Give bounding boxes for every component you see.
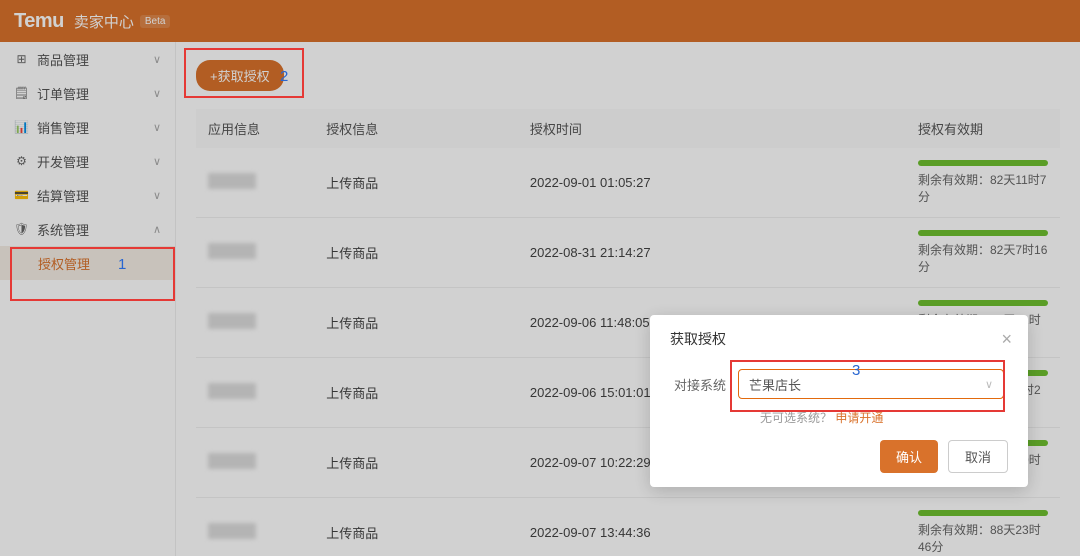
- field-label: 对接系统: [674, 375, 726, 394]
- sidebar-item-label: 销售管理: [37, 118, 153, 137]
- apply-hint: 无可选系统？ 申请开通: [650, 405, 1028, 434]
- get-auth-button[interactable]: +获取授权: [196, 60, 284, 91]
- shield-icon: 🛡: [14, 222, 29, 236]
- order-icon: 🗒: [14, 86, 29, 100]
- cell-time: 2022-09-01 01:05:27: [518, 148, 906, 218]
- select-value: 芒果店长: [749, 375, 801, 394]
- chevron-down-icon: ∨: [153, 155, 161, 168]
- blurred-app-name: [208, 173, 256, 189]
- modal-body: 对接系统 芒果店长 ∨: [650, 359, 1028, 405]
- blurred-app-name: [208, 523, 256, 539]
- validity-progress: [918, 300, 1048, 306]
- validity-progress: [918, 230, 1048, 236]
- col-valid: 授权有效期: [906, 109, 1060, 148]
- cell-auth: 上传商品: [314, 288, 518, 358]
- modal-header: 获取授权 ×: [650, 315, 1028, 359]
- chevron-up-icon: ∧: [153, 223, 161, 236]
- brand-logo: Temu: [14, 10, 64, 33]
- chevron-down-icon: ∨: [153, 53, 161, 66]
- sidebar-item-label: 系统管理: [37, 220, 153, 239]
- cancel-button[interactable]: 取消: [948, 440, 1008, 473]
- header-title: 卖家中心: [74, 11, 134, 32]
- sidebar: ⊞ 商品管理 ∨ 🗒 订单管理 ∨ 📊 销售管理 ∨ ⚙ 开发管理 ∨ 💳 结算…: [0, 42, 176, 556]
- cell-valid: 剩余有效期：82天7时16分: [906, 218, 1060, 288]
- blurred-app-name: [208, 453, 256, 469]
- modal-footer: 确认 取消: [650, 434, 1028, 473]
- chevron-down-icon: ∨: [153, 189, 161, 202]
- sidebar-item-label: 订单管理: [37, 84, 153, 103]
- cell-valid: 剩余有效期：88天23时46分: [906, 498, 1060, 556]
- cell-auth: 上传商品: [314, 358, 518, 428]
- chart-icon: 📊: [14, 120, 29, 134]
- goods-icon: ⊞: [14, 52, 29, 66]
- close-icon[interactable]: ×: [1001, 330, 1012, 348]
- remaining-text: 剩余有效期：82天7时16分: [918, 241, 1048, 275]
- col-app: 应用信息: [196, 109, 314, 148]
- col-time: 授权时间: [518, 109, 906, 148]
- cell-app: [196, 288, 314, 358]
- chevron-down-icon: ∨: [153, 121, 161, 134]
- apply-link[interactable]: 申请开通: [835, 411, 883, 425]
- blurred-app-name: [208, 313, 256, 329]
- sidebar-subitem-auth[interactable]: 授权管理: [0, 246, 175, 280]
- sidebar-item-label: 商品管理: [37, 50, 153, 69]
- sidebar-submenu: 授权管理: [0, 246, 175, 280]
- sidebar-item-dev[interactable]: ⚙ 开发管理 ∨: [0, 144, 175, 178]
- system-select[interactable]: 芒果店长 ∨: [738, 369, 1004, 399]
- sidebar-item-orders[interactable]: 🗒 订单管理 ∨: [0, 76, 175, 110]
- modal-title: 获取授权: [670, 329, 726, 349]
- sidebar-item-settlement[interactable]: 💳 结算管理 ∨: [0, 178, 175, 212]
- sidebar-item-goods[interactable]: ⊞ 商品管理 ∨: [0, 42, 175, 76]
- sidebar-item-system[interactable]: 🛡 系统管理 ∧: [0, 212, 175, 246]
- sidebar-item-label: 开发管理: [37, 152, 153, 171]
- cell-auth: 上传商品: [314, 218, 518, 288]
- cell-auth: 上传商品: [314, 428, 518, 498]
- cell-app: [196, 428, 314, 498]
- remaining-text: 剩余有效期：82天11时7分: [918, 171, 1048, 205]
- table-row: 上传商品2022-09-01 01:05:27 剩余有效期：82天11时7分: [196, 148, 1060, 218]
- cell-time: 2022-09-07 13:44:36: [518, 498, 906, 556]
- cell-auth: 上传商品: [314, 498, 518, 556]
- no-option-text: 无可选系统？: [760, 411, 832, 425]
- cell-app: [196, 358, 314, 428]
- validity-progress: [918, 510, 1048, 516]
- card-icon: 💳: [14, 188, 29, 202]
- cell-valid: 剩余有效期：82天11时7分: [906, 148, 1060, 218]
- confirm-button[interactable]: 确认: [880, 440, 938, 473]
- gear-icon: ⚙: [14, 154, 29, 168]
- table-header-row: 应用信息 授权信息 授权时间 授权有效期: [196, 109, 1060, 148]
- sidebar-item-label: 结算管理: [37, 186, 153, 205]
- validity-progress: [918, 160, 1048, 166]
- sidebar-item-sales[interactable]: 📊 销售管理 ∨: [0, 110, 175, 144]
- table-row: 上传商品2022-09-07 13:44:36 剩余有效期：88天23时46分: [196, 498, 1060, 556]
- blurred-app-name: [208, 383, 256, 399]
- cell-app: [196, 218, 314, 288]
- cell-app: [196, 148, 314, 218]
- remaining-text: 剩余有效期：88天23时46分: [918, 521, 1048, 555]
- blurred-app-name: [208, 243, 256, 259]
- table-row: 上传商品2022-08-31 21:14:27 剩余有效期：82天7时16分: [196, 218, 1060, 288]
- chevron-down-icon: ∨: [985, 378, 993, 391]
- beta-badge: Beta: [140, 15, 171, 28]
- col-auth: 授权信息: [314, 109, 518, 148]
- chevron-down-icon: ∨: [153, 87, 161, 100]
- sidebar-item-label: 授权管理: [38, 254, 161, 273]
- auth-modal: 获取授权 × 对接系统 芒果店长 ∨ 无可选系统？ 申请开通 确认 取消: [650, 315, 1028, 487]
- top-header: Temu 卖家中心 Beta: [0, 0, 1080, 42]
- cell-auth: 上传商品: [314, 148, 518, 218]
- cell-time: 2022-08-31 21:14:27: [518, 218, 906, 288]
- cell-app: [196, 498, 314, 556]
